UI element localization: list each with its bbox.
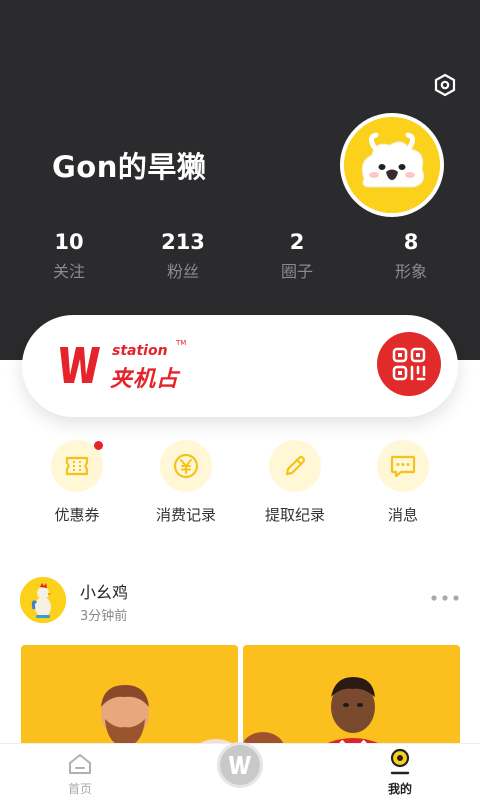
post-time: 3分钟前 [80, 609, 128, 624]
messages-action[interactable]: 消息 [348, 440, 458, 525]
spending-record-action[interactable]: 消费记录 [131, 440, 241, 525]
w-logo-icon [60, 347, 100, 383]
profile-avatar[interactable] [340, 113, 444, 217]
pencil-icon-wrap [269, 440, 321, 492]
post-author-name[interactable]: 小幺鸡 [80, 579, 128, 603]
pencil-icon [285, 455, 306, 476]
coupon-icon-wrap [51, 440, 103, 492]
brand-en: station [112, 343, 168, 359]
more-options-icon[interactable] [430, 593, 460, 603]
message-icon [390, 455, 416, 478]
brand-cn: 夹机占 [110, 367, 180, 392]
action-label: 消息 [387, 506, 418, 524]
bottom-tab-bar: 首页 我的 [0, 742, 480, 800]
stat-fans[interactable]: 213 粉丝 [126, 228, 240, 282]
action-label: 提取纪录 [264, 506, 325, 524]
action-label: 消费记录 [155, 506, 216, 524]
stat-avatars[interactable]: 8 形象 [354, 228, 468, 282]
stat-label: 粉丝 [166, 262, 199, 281]
qr-code-icon [392, 347, 426, 381]
action-shortcuts: 优惠券 消费记录 提取纪录 消息 [0, 440, 480, 540]
profile-icon [390, 748, 410, 775]
qr-code-button[interactable] [377, 332, 441, 396]
stat-value: 2 [289, 230, 305, 254]
tab-label: 首页 [67, 782, 92, 796]
w-logo-icon [229, 756, 251, 774]
settings-button[interactable] [430, 70, 460, 100]
tab-label: 我的 [387, 782, 412, 796]
stat-label: 形象 [394, 262, 427, 281]
message-icon-wrap [377, 440, 429, 492]
station-logo: station TM 夹机占 [56, 339, 196, 392]
tab-home[interactable]: 首页 [40, 744, 120, 800]
yen-icon [173, 453, 199, 479]
pickup-record-action[interactable]: 提取纪录 [240, 440, 350, 525]
stat-following[interactable]: 10 关注 [12, 228, 126, 282]
brand-tm: TM [176, 339, 187, 347]
profile-stats: 10 关注 213 粉丝 2 圈子 8 形象 [12, 228, 468, 282]
center-w-button[interactable] [217, 742, 263, 788]
profile-header: Gon的旱獭 10 关注 213 粉丝 2 圈子 8 形象 [0, 0, 480, 360]
coupon-action[interactable]: 优惠券 [22, 440, 132, 525]
stat-label: 关注 [52, 262, 85, 281]
post-author-avatar[interactable] [20, 577, 66, 623]
stat-circles[interactable]: 2 圈子 [240, 228, 354, 282]
username: Gon的旱獭 [52, 150, 207, 184]
stat-value: 10 [54, 230, 84, 254]
stat-label: 圈子 [280, 262, 313, 281]
hexagon-settings-icon [434, 73, 456, 97]
chick-avatar-icon [344, 117, 440, 213]
stat-value: 8 [403, 230, 419, 254]
coupon-icon [65, 456, 89, 476]
yen-icon-wrap [160, 440, 212, 492]
home-icon [69, 754, 91, 774]
action-label: 优惠券 [54, 506, 100, 524]
post-header: 小幺鸡 3分钟前 [20, 575, 460, 635]
rooster-avatar-icon [20, 577, 66, 623]
stat-value: 213 [161, 230, 205, 254]
notification-dot [94, 441, 103, 450]
station-card[interactable]: station TM 夹机占 [22, 315, 458, 417]
tab-me[interactable]: 我的 [360, 744, 440, 800]
